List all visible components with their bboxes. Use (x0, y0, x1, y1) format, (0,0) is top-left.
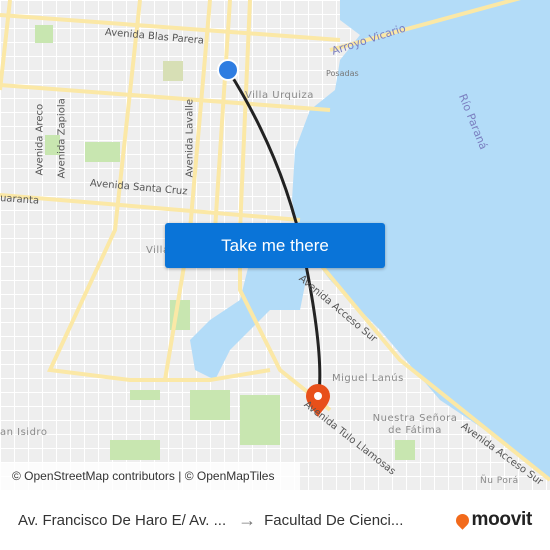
map-label: Ñu Porá (480, 476, 519, 486)
map-label: Miguel Lanús (332, 373, 404, 384)
take-me-there-button[interactable]: Take me there (165, 223, 385, 268)
map-label: Avenida Lavalle (184, 98, 196, 178)
map-label: Nuestra Señora de Fátima (372, 413, 458, 436)
map-label: Villa Urquiza (245, 90, 314, 101)
map-label: an Isidro (0, 427, 48, 438)
destination-name: Facultad De Cienci... (264, 511, 404, 529)
map-label: Avenida Zapiola (56, 98, 68, 179)
moovit-logo: moovit (452, 509, 533, 531)
moovit-wordmark: moovit (471, 509, 533, 530)
origin-marker (217, 59, 239, 81)
map[interactable]: Avenida Blas Parera Arroyo Vicario Río P… (0, 0, 550, 490)
origin-name: Av. Francisco De Haro E/ Av. ... (18, 511, 227, 529)
map-label: Posadas (326, 69, 359, 78)
map-attribution[interactable]: © OpenStreetMap contributors | © OpenMap… (0, 463, 300, 490)
arrow-right-icon: → (238, 509, 257, 530)
footer: Av. Francisco De Haro E/ Av. ... → Facul… (0, 490, 550, 550)
map-label: Avenida Areco (34, 103, 46, 176)
moovit-pin-icon (452, 510, 472, 530)
